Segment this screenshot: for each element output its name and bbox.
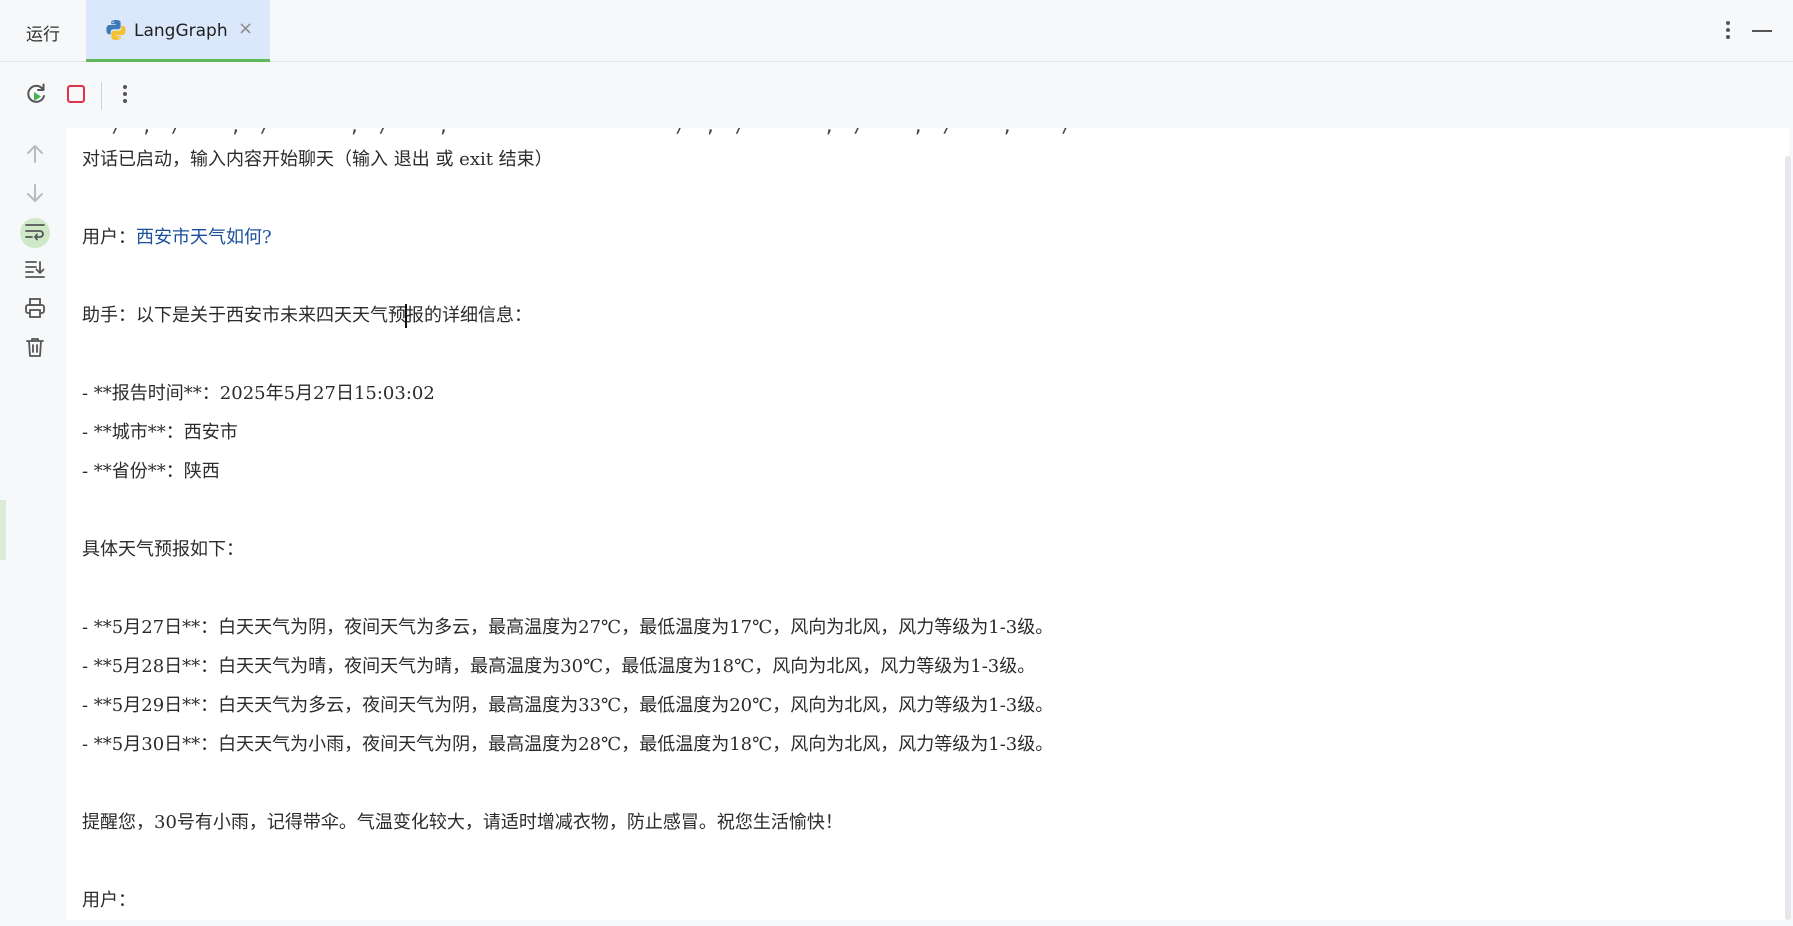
forecast-line: - **5月27日**：白天天气为阴，夜间天气为多云，最高温度为27℃，最低温度… xyxy=(82,617,1054,638)
arrow-up-icon xyxy=(25,143,45,169)
close-icon[interactable]: × xyxy=(238,18,253,39)
python-icon xyxy=(104,18,128,42)
assistant-intro-part2: 报的详细信息： xyxy=(406,305,532,326)
print-button[interactable] xyxy=(20,295,50,325)
tab-langgraph[interactable]: LangGraph × xyxy=(86,0,270,62)
run-toolbar xyxy=(0,62,1793,128)
bottom-edge xyxy=(0,920,1793,926)
forecast-heading: 具体天气预报如下： xyxy=(82,539,244,560)
assistant-intro-part1: 以下是关于西安市未来四天天气预 xyxy=(136,305,406,326)
scroll-to-end-button[interactable] xyxy=(20,256,50,286)
console-output[interactable]: · / , / · , / · · , / · , · · · · · · · … xyxy=(66,128,1789,920)
stop-icon xyxy=(65,83,87,109)
soft-wrap-toggle[interactable] xyxy=(20,218,50,248)
forecast-line: - **5月29日**：白天天气为多云，夜间天气为阴，最高温度为33℃，最低温度… xyxy=(82,695,1054,716)
assistant-prefix: 助手： xyxy=(82,305,136,326)
assistant-message-line: 助手：以下是关于西安市未来四天天气预报的详细信息： xyxy=(82,302,532,330)
scroll-to-end-icon xyxy=(24,258,46,284)
more-options-button[interactable] xyxy=(111,82,139,110)
down-button[interactable] xyxy=(20,180,50,210)
run-tool-window-label: 运行 xyxy=(26,25,60,45)
session-start-line: 对话已启动，输入内容开始聊天（输入 退出 或 exit 结束） xyxy=(82,149,553,170)
up-button[interactable] xyxy=(20,141,50,171)
province-line: - **省份**：陕西 xyxy=(82,461,220,482)
arrow-down-icon xyxy=(25,182,45,208)
soft-wrap-icon xyxy=(24,221,46,245)
minimize-icon[interactable] xyxy=(1752,30,1772,32)
rerun-button[interactable] xyxy=(22,82,50,110)
reminder-line: 提醒您，30号有小雨，记得带伞。气温变化较大，请适时增减衣物，防止感冒。祝您生活… xyxy=(82,812,843,833)
rerun-icon xyxy=(23,81,49,111)
stop-button[interactable] xyxy=(62,82,90,110)
report-time-line: - **报告时间**：2025年5月27日15:03:02 xyxy=(82,383,435,404)
vertical-scrollbar[interactable] xyxy=(1785,156,1791,920)
more-vertical-icon xyxy=(115,82,135,110)
tool-window-header: 运行 LangGraph × xyxy=(0,0,1793,62)
city-line: - **城市**：西安市 xyxy=(82,422,238,443)
console-gutter xyxy=(6,128,66,926)
user-message-text: 西安市天气如何? xyxy=(136,227,272,248)
user-prefix: 用户： xyxy=(82,227,136,248)
user-message-line: 用户：西安市天气如何? xyxy=(82,224,272,252)
more-vertical-icon[interactable] xyxy=(1718,18,1738,42)
tab-label: LangGraph xyxy=(134,21,228,41)
clipped-previous-line: · / , / · , / · · , / · , · · · · · · · … xyxy=(82,128,1076,137)
toolbar-separator xyxy=(101,82,102,110)
print-icon xyxy=(24,297,46,323)
trash-icon xyxy=(24,336,46,362)
clear-all-button[interactable] xyxy=(20,334,50,364)
forecast-line: - **5月28日**：白天天气为晴，夜间天气为晴，最高温度为30℃，最低温度为… xyxy=(82,656,1036,677)
user-prompt-line: 用户： xyxy=(82,890,136,911)
forecast-line: - **5月30日**：白天天气为小雨，夜间天气为阴，最高温度为28℃，最低温度… xyxy=(82,734,1054,755)
